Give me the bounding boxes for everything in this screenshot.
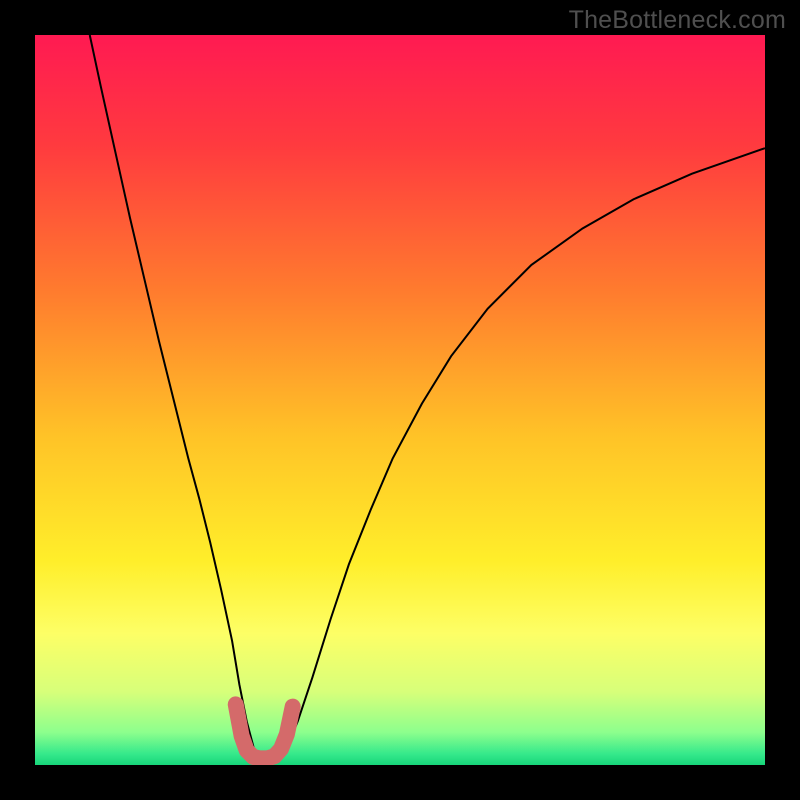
plot-area xyxy=(35,35,765,765)
chart-svg xyxy=(35,35,765,765)
gradient-background xyxy=(35,35,765,765)
watermark-text: TheBottleneck.com xyxy=(569,6,786,35)
chart-frame: TheBottleneck.com xyxy=(0,0,800,800)
